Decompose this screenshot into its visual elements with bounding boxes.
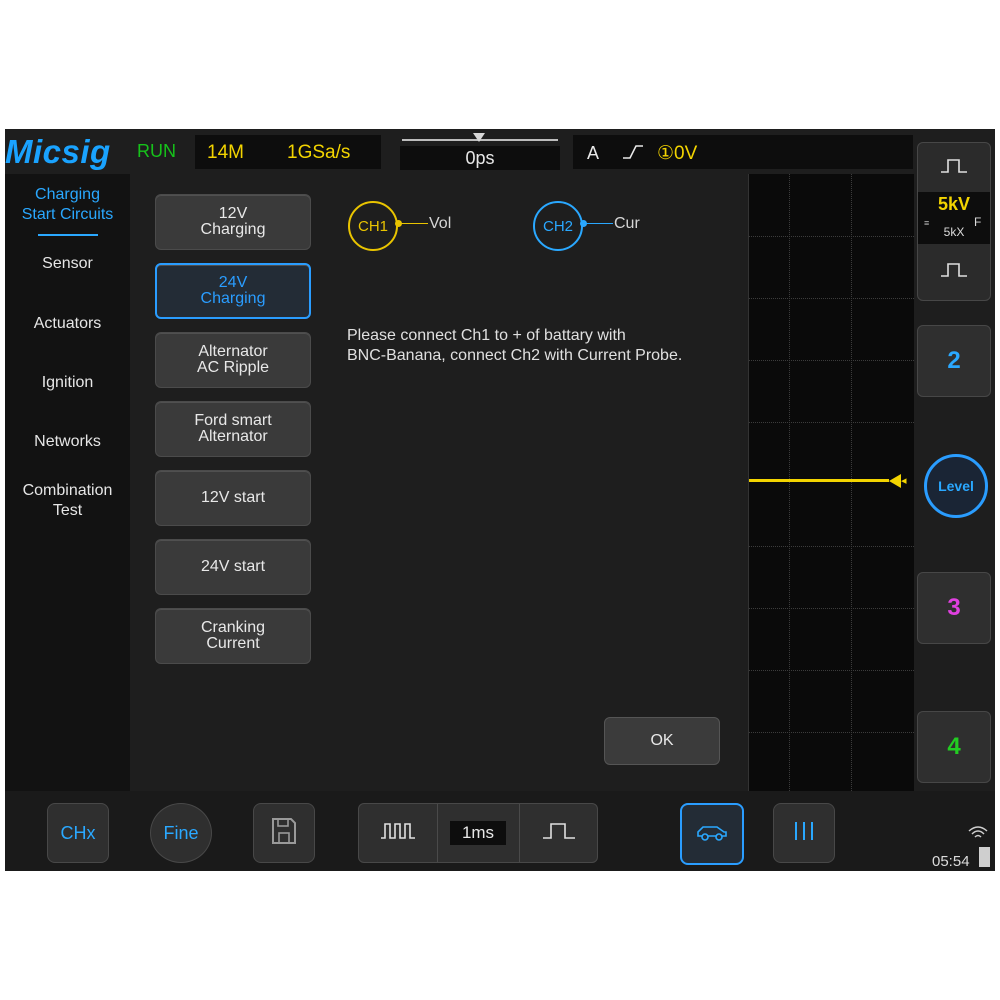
- button-label: Alternator: [198, 343, 268, 360]
- acquisition-info[interactable]: 14M 1GSa/s: [195, 135, 381, 169]
- time-offset: 0ps: [400, 146, 560, 170]
- ch1-scale-box: 5kV ≡ F 5kX: [918, 192, 990, 244]
- button-label: 12V: [218, 205, 248, 222]
- button-label: Current: [206, 635, 260, 652]
- sidebar-item-label: Start Circuits: [21, 206, 114, 223]
- brand-logo: Micsig: [5, 133, 111, 170]
- ch2-wire: [583, 223, 613, 224]
- sidebar-item-sensor[interactable]: Sensor: [5, 254, 130, 274]
- car-icon: [695, 821, 729, 848]
- rising-edge-icon: [621, 142, 645, 167]
- grid-line: [749, 236, 914, 237]
- oscilloscope-screen: Micsig RUN 14M 1GSa/s 0ps A ①0V Charging…: [5, 129, 995, 871]
- battery-icon: [979, 847, 990, 867]
- sidebar-item-charging-start-circuits[interactable]: Charging Start Circuits: [5, 185, 130, 225]
- square-wave-dense-icon: [379, 820, 417, 847]
- trigger-position-marker: [473, 133, 485, 142]
- ok-button[interactable]: OK: [604, 717, 720, 765]
- waveform-display[interactable]: ◂: [748, 174, 914, 791]
- run-status[interactable]: RUN: [137, 141, 176, 162]
- ch1-scale: 5kV: [937, 194, 971, 214]
- trigger-source: A: [587, 143, 600, 163]
- active-underline: [38, 234, 98, 236]
- floppy-disk-icon: [270, 816, 298, 851]
- test-24v-start-button[interactable]: 24V start: [155, 539, 311, 595]
- timebase-increase-button[interactable]: [519, 804, 598, 862]
- ch1-connector: CH1: [348, 201, 398, 251]
- ch1-wire: [398, 223, 428, 224]
- fine-button[interactable]: Fine: [150, 803, 212, 863]
- ch1-wire-dot: [395, 220, 402, 227]
- grid-line: [749, 422, 914, 423]
- grid-line: [749, 732, 914, 733]
- grid-line: [851, 174, 852, 791]
- ch1-probe: 5kX: [943, 225, 965, 239]
- sidebar-item-networks[interactable]: Networks: [5, 432, 130, 452]
- button-label: Alternator: [198, 428, 268, 445]
- memory-depth: 14M: [207, 142, 244, 163]
- connection-instructions: Please connect Ch1 to + of battary with …: [347, 326, 727, 366]
- timebase-control: 1ms: [358, 803, 598, 863]
- grid-line: [749, 608, 914, 609]
- grid-line: [749, 546, 914, 547]
- wifi-icon: [967, 825, 989, 846]
- trigger-level-pointer[interactable]: [889, 474, 901, 488]
- grid-line: [789, 174, 790, 791]
- test-12v-charging-button[interactable]: 12V Charging: [155, 194, 311, 250]
- trigger-info[interactable]: A ①0V: [573, 135, 913, 169]
- timebase-decrease-button[interactable]: [359, 804, 438, 862]
- button-label: Ford smart: [194, 412, 272, 429]
- ch4-button[interactable]: 4: [917, 711, 991, 783]
- sidebar-item-actuators[interactable]: Actuators: [5, 314, 130, 334]
- instruction-line: BNC-Banana, connect Ch2 with Current Pro…: [347, 347, 683, 364]
- test-12v-start-button[interactable]: 12V start: [155, 470, 311, 526]
- ch2-signal-label: Cur: [614, 215, 640, 232]
- ch1-signal-label: Vol: [429, 215, 452, 232]
- test-cranking-current-button[interactable]: Cranking Current: [155, 608, 311, 664]
- ch3-button[interactable]: 3: [917, 572, 991, 644]
- square-wave-sparse-icon: [541, 820, 577, 847]
- button-label: Charging: [200, 290, 266, 307]
- button-label: 24V: [218, 274, 248, 291]
- test-ford-smart-alternator-button[interactable]: Ford smart Alternator: [155, 401, 311, 457]
- grid-line: [749, 298, 914, 299]
- sidebar-item-label: Charging: [35, 186, 100, 203]
- clock: 05:54: [932, 853, 970, 870]
- ch1-trace: [749, 479, 889, 482]
- test-alternator-ac-ripple-button[interactable]: Alternator AC Ripple: [155, 332, 311, 388]
- test-24v-charging-button[interactable]: 24V Charging: [155, 263, 311, 319]
- button-label: Charging: [200, 221, 266, 238]
- cursor-button[interactable]: [773, 803, 835, 863]
- horizontal-position[interactable]: 0ps: [400, 131, 560, 171]
- cursor-lines-icon: [792, 820, 816, 847]
- sample-rate: 1GSa/s: [287, 142, 351, 163]
- button-label: Cranking: [200, 619, 266, 636]
- timebase-value: 1ms: [449, 821, 507, 845]
- ch1-control[interactable]: 5kV ≡ F 5kX: [917, 142, 991, 301]
- timebase-value-box[interactable]: 1ms: [438, 804, 518, 862]
- sidebar-item-label: Test: [52, 502, 83, 519]
- grid-line: [749, 670, 914, 671]
- trigger-level: ①0V: [657, 143, 698, 164]
- timebase-up-icon: [939, 157, 969, 180]
- ch2-button[interactable]: 2: [917, 325, 991, 397]
- trigger-pointer-glyph: ◂: [901, 475, 907, 487]
- chx-button[interactable]: CHx: [47, 803, 109, 863]
- instruction-line: Please connect Ch1 to + of battary with: [347, 327, 626, 344]
- sidebar-item-ignition[interactable]: Ignition: [5, 373, 130, 393]
- ch2-wire-dot: [580, 220, 587, 227]
- category-sidebar: Charging Start Circuits Sensor Actuators…: [5, 174, 130, 791]
- bottom-toolbar: CHx Fine 1ms: [5, 791, 995, 871]
- auto-mode-button[interactable]: [680, 803, 744, 865]
- sidebar-item-combination-test[interactable]: Combination Test: [5, 481, 130, 521]
- ch2-connector: CH2: [533, 201, 583, 251]
- grid-line: [749, 360, 914, 361]
- save-button[interactable]: [253, 803, 315, 863]
- timebase-down-icon: [939, 261, 969, 284]
- button-label: AC Ripple: [196, 359, 270, 376]
- level-button[interactable]: Level: [924, 454, 988, 518]
- sidebar-item-label: Combination: [22, 482, 113, 499]
